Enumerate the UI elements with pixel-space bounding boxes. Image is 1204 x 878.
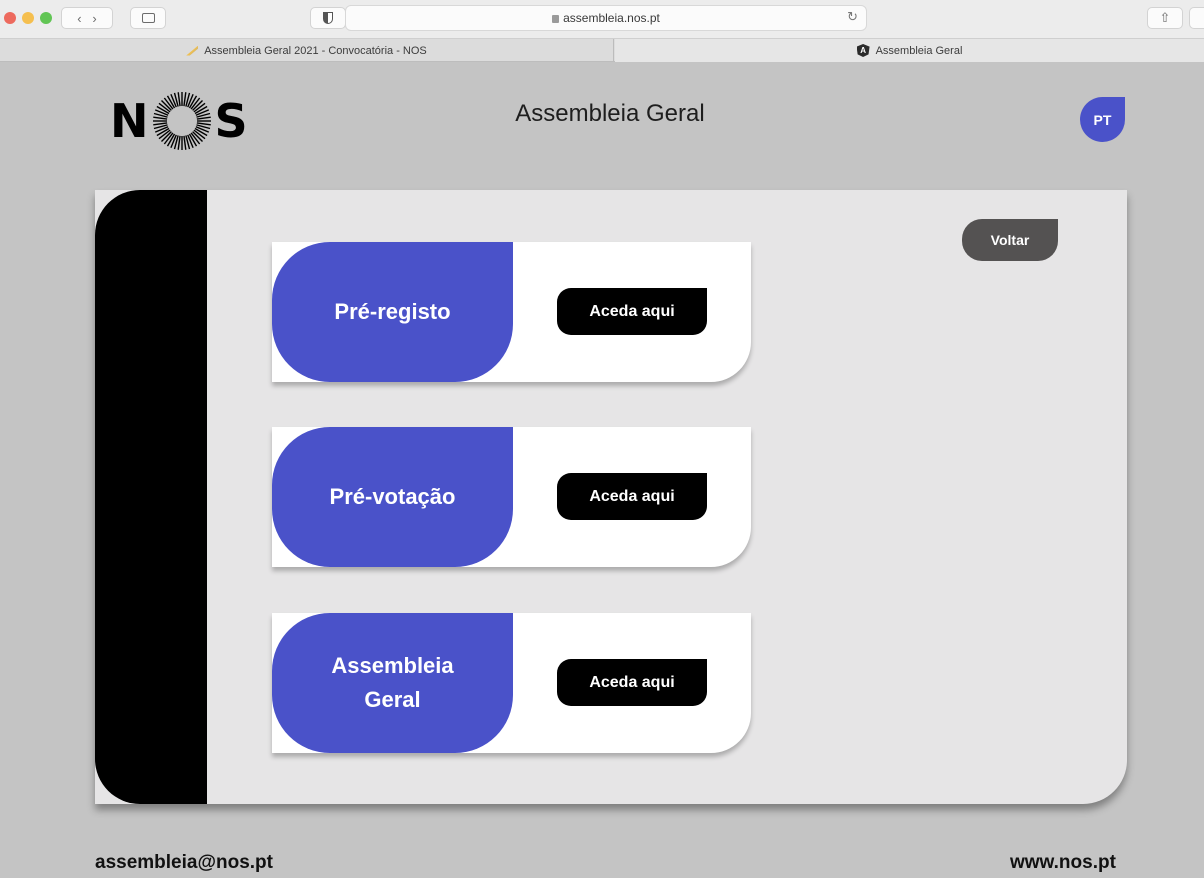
access-button[interactable]: Aceda aqui bbox=[557, 288, 707, 335]
card-assembleia-geral: Assembleia Geral Aceda aqui bbox=[272, 613, 751, 753]
card-title: Pré-registo bbox=[272, 242, 513, 382]
back-button[interactable]: Voltar bbox=[962, 219, 1058, 261]
logo-ray bbox=[177, 92, 181, 107]
reload-icon[interactable]: ↻ bbox=[847, 9, 858, 25]
card-title: Pré-votação bbox=[272, 427, 513, 567]
tab-label: Assembleia Geral bbox=[875, 44, 963, 57]
sidebar-toggle-button[interactable] bbox=[130, 7, 166, 29]
address-bar[interactable]: assembleia.nos.pt ↻ bbox=[345, 5, 867, 31]
logo-ray bbox=[177, 135, 181, 150]
logo-letter-n: N bbox=[110, 94, 149, 148]
zoom-window-button[interactable] bbox=[40, 12, 52, 24]
page-title: Assembleia Geral bbox=[515, 100, 705, 127]
tab-convocatoria[interactable]: Assembleia Geral 2021 - Convocatória - N… bbox=[0, 39, 614, 62]
share-icon: ⇧ bbox=[1159, 10, 1171, 25]
close-window-button[interactable] bbox=[4, 12, 16, 24]
angular-favicon-icon: A bbox=[856, 44, 870, 57]
access-button[interactable]: Aceda aqui bbox=[557, 473, 707, 520]
shield-icon bbox=[323, 12, 333, 24]
footer-email[interactable]: assembleia@nos.pt bbox=[95, 852, 273, 874]
share-button[interactable]: ⇧ bbox=[1147, 7, 1183, 29]
footer-website[interactable]: www.nos.pt bbox=[1010, 852, 1116, 874]
privacy-report-button[interactable] bbox=[310, 7, 346, 29]
logo-ray bbox=[196, 122, 211, 126]
nos-logo: N S bbox=[110, 86, 248, 156]
chevron-left-icon[interactable]: ‹ bbox=[77, 11, 81, 26]
logo-ray bbox=[182, 92, 186, 107]
tabs-overview-button[interactable] bbox=[1189, 7, 1204, 29]
address-text: assembleia.nos.pt bbox=[563, 11, 660, 25]
nos-favicon-icon bbox=[186, 45, 199, 56]
logo-letter-s: S bbox=[214, 94, 248, 148]
access-button[interactable]: Aceda aqui bbox=[557, 659, 707, 706]
tab-label: Assembleia Geral 2021 - Convocatória - N… bbox=[204, 44, 427, 57]
tab-bar: Assembleia Geral 2021 - Convocatória - N… bbox=[0, 38, 1204, 62]
back-forward-buttons[interactable]: ‹ › bbox=[61, 7, 113, 29]
logo-ray bbox=[182, 135, 186, 150]
chevron-right-icon[interactable]: › bbox=[92, 11, 96, 26]
panel-side-bar bbox=[95, 190, 207, 804]
lock-icon bbox=[552, 15, 560, 23]
logo-ray bbox=[152, 116, 167, 120]
card-title: Assembleia Geral bbox=[272, 613, 513, 753]
tab-assembleia-geral[interactable]: A Assembleia Geral bbox=[615, 39, 1204, 62]
sidebar-icon bbox=[141, 13, 155, 23]
card-pre-votacao: Pré-votação Aceda aqui bbox=[272, 427, 751, 567]
minimize-window-button[interactable] bbox=[22, 12, 34, 24]
language-button[interactable]: PT bbox=[1080, 97, 1125, 142]
logo-ray bbox=[152, 122, 167, 126]
browser-toolbar: ‹ › assembleia.nos.pt ↻ ⇧ bbox=[0, 0, 1204, 38]
sun-burst-icon bbox=[152, 92, 211, 150]
card-pre-registo: Pré-registo Aceda aqui bbox=[272, 242, 751, 382]
logo-ray bbox=[196, 116, 211, 120]
